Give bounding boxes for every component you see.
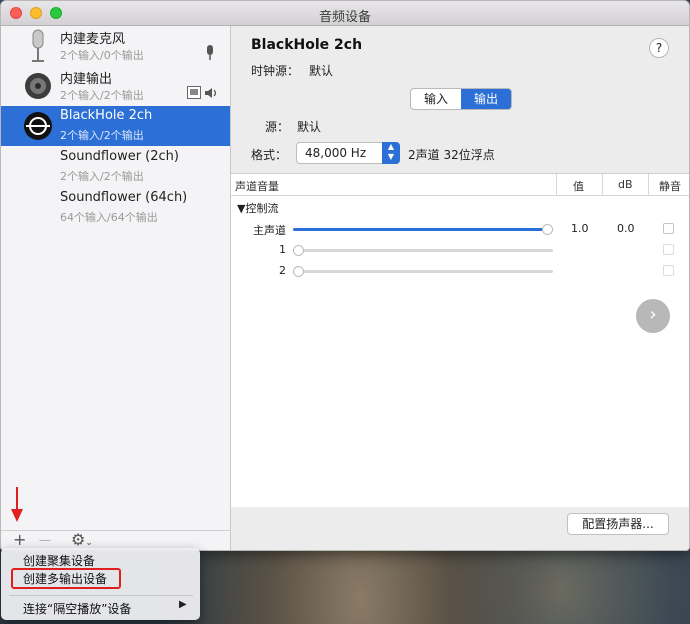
- remove-device-button[interactable]: —: [39, 531, 51, 549]
- annotation-arrow-down-icon: [11, 487, 23, 522]
- chevron-right-icon[interactable]: ›: [636, 299, 670, 333]
- slider-knob[interactable]: [293, 245, 304, 256]
- help-button[interactable]: ?: [649, 38, 669, 58]
- clock-source-label: 时钟源：: [251, 64, 300, 78]
- title-bar[interactable]: 音频设备: [1, 1, 689, 26]
- channel-label: 2: [279, 264, 286, 277]
- menu-item-connect-airplay[interactable]: 连接“隔空播放”设备: [23, 600, 131, 617]
- volume-icon: [205, 88, 217, 98]
- mute-checkbox[interactable]: [663, 244, 674, 255]
- channel-db: 0.0: [617, 222, 635, 235]
- mute-checkbox[interactable]: [663, 223, 674, 234]
- channel-row-1: 1: [231, 241, 689, 261]
- mic-indicator-icon: [207, 45, 213, 60]
- device-list: 内建麦克风 2个输入/0个输出 内建输出 2个输入/2个输出 BlackHole…: [1, 26, 231, 530]
- volume-slider-2[interactable]: [293, 266, 553, 277]
- device-name: BlackHole 2ch: [60, 108, 153, 123]
- device-io: 64个输入/64个输出: [60, 211, 158, 224]
- col-mute: 静音: [659, 180, 681, 193]
- device-item-soundflower-64ch[interactable]: Soundflower (64ch) 64个输入/64个输出: [1, 188, 230, 228]
- updown-arrows-icon: ▲ ▼: [382, 142, 400, 164]
- volume-slider-master[interactable]: [293, 224, 553, 235]
- blackhole-icon: [24, 112, 52, 140]
- column-divider: [556, 174, 557, 195]
- annotation-highlight-box: [11, 568, 121, 589]
- slider-knob[interactable]: [293, 266, 304, 277]
- submenu-arrow-icon: ▶: [179, 599, 187, 610]
- column-divider: [648, 174, 649, 195]
- input-output-segmented-control: 输入 输出: [410, 88, 512, 110]
- device-item-builtin-output[interactable]: 内建输出 2个输入/2个输出: [1, 66, 230, 106]
- slider-fill: [293, 228, 553, 231]
- column-divider: [602, 174, 603, 195]
- format-description: 2声道 32位浮点: [408, 148, 495, 162]
- channel-label: 1: [279, 243, 286, 256]
- tab-output[interactable]: 输出: [461, 89, 511, 109]
- device-detail-panel: BlackHole 2ch 时钟源： 默认 ? 输入 输出 源： 默认 格式： …: [231, 26, 689, 550]
- format-label: 格式：: [251, 148, 288, 162]
- format-select[interactable]: 48,000 Hz ▲ ▼: [296, 142, 400, 164]
- menu-divider: [9, 595, 193, 596]
- configure-speakers-button[interactable]: 配置扬声器...: [567, 513, 669, 535]
- col-db: dB: [618, 178, 633, 191]
- speaker-icon: [25, 73, 51, 99]
- chevron-down-icon: ⌄: [85, 538, 93, 548]
- channel-label: 主声道: [253, 224, 286, 237]
- source-label: 源：: [265, 120, 290, 134]
- device-title: BlackHole 2ch: [251, 37, 363, 53]
- window-title: 音频设备: [318, 10, 371, 25]
- col-value: 值: [573, 180, 584, 193]
- col-volume: 声道音量: [235, 180, 279, 193]
- device-io: 2个输入/2个输出: [60, 129, 144, 142]
- device-item-soundflower-2ch[interactable]: Soundflower (2ch) 2个输入/2个输出: [1, 147, 230, 187]
- device-name: 内建麦克风: [60, 32, 126, 47]
- device-name: Soundflower (64ch): [60, 190, 188, 205]
- device-name: 内建输出: [60, 72, 113, 87]
- audio-midi-window: 音频设备 内建麦克风 2个输入/0个输出 内建输出 2个输入/2个输出 Blac…: [0, 0, 690, 551]
- menu-item-create-aggregate[interactable]: 创建聚集设备: [23, 552, 95, 569]
- microphone-icon: [32, 29, 44, 62]
- device-io: 2个输入/0个输出: [60, 49, 144, 62]
- channel-volume-table: 声道音量 值 dB 静音 ▼控制流 主声道 1.0 0.0 1 2 ›: [231, 173, 689, 507]
- device-io: 2个输入/2个输出: [60, 170, 144, 183]
- table-header: 声道音量 值 dB 静音: [231, 174, 689, 196]
- channel-value: 1.0: [571, 222, 589, 235]
- source-value[interactable]: 默认: [297, 118, 321, 135]
- volume-slider-1[interactable]: [293, 245, 553, 256]
- format-selected-value: 48,000 Hz: [305, 146, 367, 160]
- device-name: Soundflower (2ch): [60, 149, 179, 164]
- channel-row-2: 2: [231, 262, 689, 282]
- channel-row-master: 主声道 1.0 0.0: [231, 220, 689, 240]
- clock-source-value[interactable]: 默认: [309, 62, 333, 79]
- add-device-button[interactable]: +: [13, 531, 26, 549]
- device-item-blackhole[interactable]: BlackHole 2ch 2个输入/2个输出: [1, 106, 230, 146]
- group-row[interactable]: ▼控制流: [237, 200, 278, 216]
- device-io: 2个输入/2个输出: [60, 89, 144, 102]
- slider-knob[interactable]: [542, 224, 553, 235]
- mute-checkbox[interactable]: [663, 265, 674, 276]
- device-item-builtin-mic[interactable]: 内建麦克风 2个输入/0个输出: [1, 26, 230, 66]
- group-label: 控制流: [245, 202, 279, 215]
- gear-glyph: ⚙: [71, 530, 86, 549]
- screen-icon: [187, 86, 201, 99]
- tab-input[interactable]: 输入: [411, 89, 461, 109]
